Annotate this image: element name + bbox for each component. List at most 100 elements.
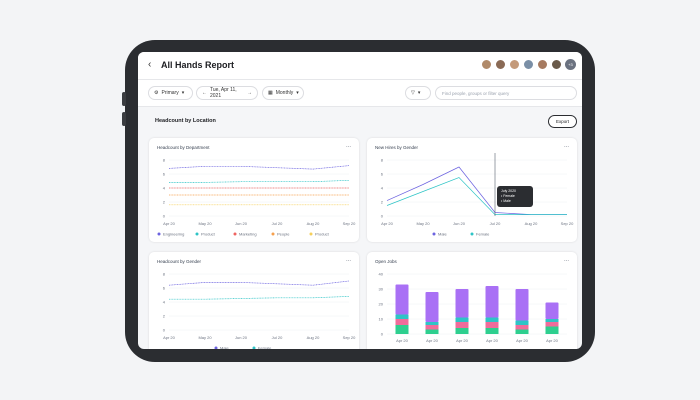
legend-label: People xyxy=(277,232,290,237)
y-tick-label: 2 xyxy=(163,200,166,205)
y-tick-label: 30 xyxy=(379,287,384,292)
page-title: All Hands Report xyxy=(161,60,235,70)
x-tick-label: Jul 20 xyxy=(272,221,283,226)
y-tick-label: 2 xyxy=(163,314,166,319)
sliders-icon: ⚙ xyxy=(154,90,159,96)
y-tick-label: 40 xyxy=(379,272,384,277)
bar-segment xyxy=(545,322,559,327)
series-line-female xyxy=(169,296,350,300)
y-tick-label: 8 xyxy=(163,272,166,277)
bar-segment xyxy=(545,319,559,322)
primary-filter-label: Primary xyxy=(161,90,179,96)
x-tick-label: Sep 20 xyxy=(343,335,356,340)
bar-segment xyxy=(395,325,409,334)
legend-swatch xyxy=(271,232,275,236)
bar-segment xyxy=(545,326,559,334)
more-avatars-badge[interactable]: +3 xyxy=(565,59,576,70)
arrow-right-icon[interactable]: → xyxy=(247,90,252,96)
card-headcount-department: Headcount by Department ... 8 6 4 2 0 Apr 20 M… xyxy=(149,138,359,242)
legend-label: Product xyxy=(315,232,330,237)
x-tick-label: Aug 20 xyxy=(525,221,538,226)
tooltip-male-label: Male xyxy=(503,199,511,203)
export-button[interactable]: Export xyxy=(548,115,577,128)
avatar[interactable] xyxy=(495,59,506,70)
legend-label: Engineering xyxy=(163,232,184,237)
filter-button[interactable]: ▽ ▾ xyxy=(405,86,431,100)
y-tick-label: 4 xyxy=(163,186,166,191)
x-tick-label: Apr 20 xyxy=(546,338,559,343)
legend-swatch xyxy=(157,232,161,236)
bar-segment xyxy=(485,317,499,322)
search-placeholder: Find people, groups or filter query xyxy=(442,90,510,96)
search-input[interactable]: Find people, groups or filter query xyxy=(435,86,577,100)
section-title: Headcount by Location xyxy=(155,118,216,124)
bar-segment xyxy=(425,325,439,330)
avatar[interactable] xyxy=(523,59,534,70)
bar-segment xyxy=(455,322,469,328)
bar-segment xyxy=(515,325,529,330)
date-label: Tue, Apr 11, 2021 xyxy=(210,87,237,99)
x-tick-label: Jul 20 xyxy=(272,335,283,340)
card-open-jobs: Open Jobs ... 40 30 20 10 0 Apr 20 Apr 20 Apr 2… xyxy=(367,252,577,349)
legend-label: Male xyxy=(220,346,229,350)
avatar[interactable] xyxy=(509,59,520,70)
legend-swatch xyxy=(233,232,237,236)
y-tick-label: 8 xyxy=(163,158,166,163)
y-tick-label: 8 xyxy=(381,158,384,163)
bar-segment xyxy=(515,329,529,334)
chevron-down-icon: ▾ xyxy=(181,90,185,96)
header-bar: ‹ All Hands Report +3 xyxy=(138,52,582,80)
avatar[interactable] xyxy=(481,59,492,70)
app-screen: ‹ All Hands Report +3 ⚙ Primary ▾ ← Tue,… xyxy=(138,52,582,349)
x-tick-label: Apr 20 xyxy=(381,221,394,226)
card-new-hires-gender: New Hires by Gender ... 8 6 4 2 0 Apr 20 May 2… xyxy=(367,138,577,242)
x-tick-label: Sep 20 xyxy=(561,221,574,226)
tooltip-row-male: • Male xyxy=(501,199,511,203)
series-line-product xyxy=(169,179,350,183)
x-tick-label: May 20 xyxy=(198,335,212,340)
card-headcount-gender: Headcount by Gender ... 8 6 4 2 0 Apr 20 May 2… xyxy=(149,252,359,349)
bar-segment xyxy=(455,289,469,318)
series-line-male xyxy=(168,280,350,286)
chevron-down-icon: ▾ xyxy=(417,90,421,96)
x-tick-label: Jul 20 xyxy=(490,221,501,226)
legend-label: Product xyxy=(201,232,216,237)
avatar[interactable] xyxy=(537,59,548,70)
y-tick-label: 2 xyxy=(381,200,384,205)
bar-segment xyxy=(425,322,439,325)
legend-swatch xyxy=(252,346,256,349)
y-tick-label: 0 xyxy=(163,328,166,333)
chevron-left-icon[interactable]: ‹ xyxy=(148,59,151,70)
bar-segment xyxy=(455,317,469,322)
y-tick-label: 10 xyxy=(379,317,384,322)
y-tick-label: 6 xyxy=(163,172,166,177)
y-tick-label: 4 xyxy=(381,186,384,191)
volume-up-button xyxy=(122,92,126,106)
avatar[interactable] xyxy=(551,59,562,70)
x-tick-label: Aug 20 xyxy=(307,221,320,226)
chart-tooltip: July 2020 • Female • Male xyxy=(497,186,533,207)
x-tick-label: Aug 20 xyxy=(307,335,320,340)
bar-segment xyxy=(425,329,439,334)
x-tick-label: Apr 20 xyxy=(516,338,529,343)
legend-swatch xyxy=(470,232,474,236)
date-picker[interactable]: ← Tue, Apr 11, 2021 → xyxy=(196,86,258,100)
legend-label: Female xyxy=(476,232,490,237)
x-tick-label: Apr 20 xyxy=(456,338,469,343)
bar-segment xyxy=(455,328,469,334)
new-hires-chart: 8 6 4 2 0 Apr 20 May 20 Jun 20 Jul 20 Aug 20 Sep 2… xyxy=(381,153,574,237)
primary-filter[interactable]: ⚙ Primary ▾ xyxy=(148,86,193,100)
arrow-left-icon[interactable]: ← xyxy=(202,90,207,96)
headcount-gender-chart: 8 6 4 2 0 Apr 20 May 20 Jun 20 Jul 20 Aug 20 Sep 2… xyxy=(163,272,356,350)
legend-label: Female xyxy=(258,346,272,350)
bar-segment xyxy=(395,314,409,319)
period-select[interactable]: ▦ Monthly ▾ xyxy=(262,86,304,100)
x-tick-label: Jun 20 xyxy=(453,221,466,226)
bar-segment xyxy=(395,284,409,315)
bar-segment xyxy=(545,302,559,319)
x-tick-label: Apr 20 xyxy=(426,338,439,343)
x-tick-label: Apr 20 xyxy=(163,335,176,340)
x-tick-label: Apr 20 xyxy=(163,221,176,226)
avatar-group: +3 xyxy=(481,59,576,70)
x-tick-label: Jun 20 xyxy=(235,335,248,340)
